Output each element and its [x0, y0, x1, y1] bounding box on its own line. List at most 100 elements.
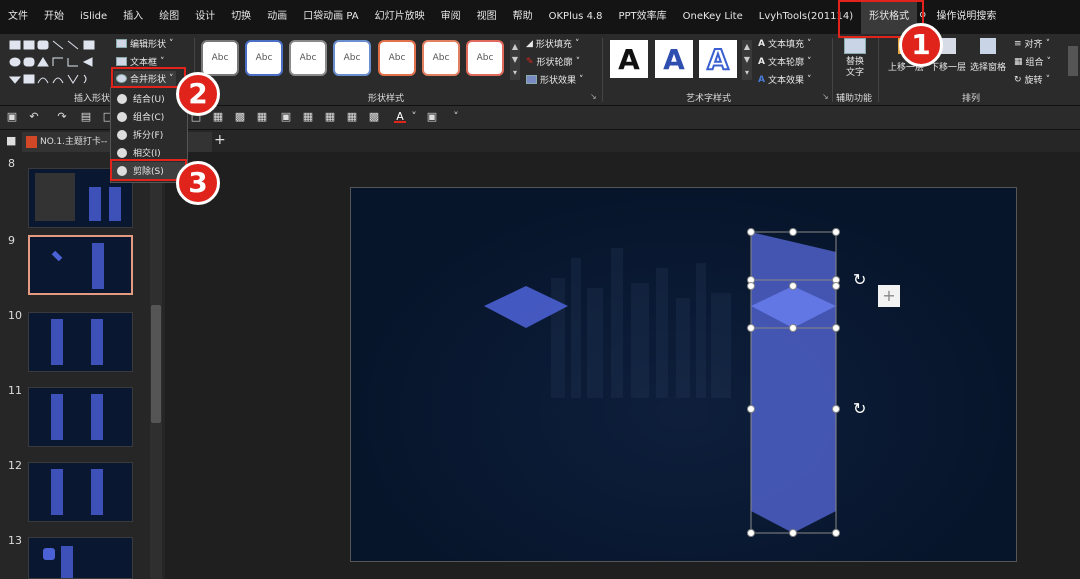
- rotate-handle-icon[interactable]: ↻: [853, 270, 866, 289]
- resize-handle[interactable]: [789, 228, 797, 236]
- font-color-icon[interactable]: A: [394, 111, 406, 123]
- text-fill-icon: A: [758, 38, 765, 49]
- rotate-handle-icon[interactable]: ↻: [853, 399, 866, 418]
- shape-style-3[interactable]: Abc: [289, 40, 327, 76]
- tell-me-search[interactable]: 操作说明搜索: [928, 0, 1004, 34]
- new-tab-icon[interactable]: +: [214, 132, 226, 148]
- slide-thumbnail-9[interactable]: [28, 235, 133, 295]
- menu-design[interactable]: 设计: [187, 0, 223, 34]
- shape-gallery[interactable]: [8, 38, 100, 86]
- resize-handle[interactable]: [747, 324, 755, 332]
- menu-pocket-animation[interactable]: 口袋动画 PA: [295, 0, 366, 34]
- shape-styles-scroll[interactable]: ▲ ▼ ▾: [510, 40, 520, 80]
- wordart-style-1[interactable]: A: [610, 40, 648, 78]
- resize-handle[interactable]: [832, 228, 840, 236]
- shape-outline-button[interactable]: ✎ 形状轮廓 ˅: [526, 55, 580, 69]
- selection-pane-button[interactable]: 选择窗格: [968, 38, 1008, 78]
- resize-handle[interactable]: [789, 282, 797, 290]
- edit-shape-button[interactable]: 编辑形状 ˅: [116, 37, 174, 50]
- slide-canvas[interactable]: ↻ ↻ +: [350, 187, 1017, 562]
- align-middle-icon[interactable]: ▦: [324, 111, 336, 123]
- menu-insert[interactable]: 插入: [115, 0, 151, 34]
- union-icon: [117, 93, 127, 104]
- group-button[interactable]: ▦ 组合 ˅: [1014, 55, 1051, 69]
- menu-onekey[interactable]: OneKey Lite: [675, 0, 751, 34]
- menu-help[interactable]: 帮助: [505, 0, 541, 34]
- shape-style-1[interactable]: Abc: [201, 40, 239, 76]
- thumbnail-bar: [91, 469, 103, 515]
- shape-style-6[interactable]: Abc: [422, 40, 460, 76]
- merge-combine-item[interactable]: 组合(C): [111, 108, 187, 125]
- shape-effects-button[interactable]: 形状效果 ˅: [526, 73, 584, 86]
- menu-file[interactable]: 文件: [0, 0, 36, 34]
- ribbon-divider: [878, 38, 879, 102]
- align-top-icon[interactable]: ▦: [302, 111, 314, 123]
- menu-transitions[interactable]: 切换: [223, 0, 259, 34]
- wordart-style-3[interactable]: A: [699, 40, 737, 78]
- resize-handle[interactable]: [747, 228, 755, 236]
- text-effects-label: 文本效果: [767, 76, 804, 86]
- text-effects-button[interactable]: A 文本效果 ˅: [758, 73, 811, 87]
- text-outline-button[interactable]: A 文本轮廓 ˅: [758, 55, 811, 69]
- slide-thumbnail-11[interactable]: [28, 387, 133, 447]
- text-fill-button[interactable]: A 文本填充 ˅: [758, 37, 811, 51]
- picture-format-icon[interactable]: ▣: [426, 111, 438, 123]
- alt-text-button[interactable]: 替换文字: [840, 38, 870, 88]
- menu-home[interactable]: 开始: [36, 0, 72, 34]
- slide-thumbnail-10[interactable]: [28, 312, 133, 372]
- resize-handle[interactable]: [747, 405, 755, 413]
- dialog-launcher-icon[interactable]: ↘: [822, 92, 829, 101]
- align-center-icon[interactable]: ▦: [256, 111, 268, 123]
- resize-handle[interactable]: [747, 529, 755, 537]
- align-button[interactable]: ≡ 对齐 ˅: [1014, 37, 1050, 51]
- slide-thumbnail-12[interactable]: [28, 462, 133, 522]
- align-icon: ≡: [1014, 38, 1022, 49]
- customize-icon[interactable]: ˅: [450, 111, 462, 123]
- shape-style-7[interactable]: Abc: [466, 40, 504, 76]
- align-bottom-icon[interactable]: ▦: [346, 111, 358, 123]
- resize-handle[interactable]: [789, 529, 797, 537]
- menu-slideshow[interactable]: 幻灯片放映: [367, 0, 433, 34]
- lock-icon[interactable]: ▣: [280, 111, 292, 123]
- slide-thumbnail-13[interactable]: [28, 537, 133, 579]
- group-objects-icon[interactable]: ▩: [234, 111, 246, 123]
- dialog-launcher-icon[interactable]: ↘: [590, 92, 597, 101]
- resize-handle[interactable]: [832, 405, 840, 413]
- layout-options-icon[interactable]: +: [878, 285, 900, 307]
- menu-okplus[interactable]: OKPlus 4.8: [541, 0, 611, 34]
- present-icon[interactable]: ▤: [80, 111, 92, 123]
- menu-ppt-library[interactable]: PPT效率库: [610, 0, 674, 34]
- thumbnail-bar: [61, 546, 73, 578]
- save-icon[interactable]: ▣: [6, 111, 18, 123]
- thumbnail-bar: [51, 319, 63, 365]
- shape-style-2[interactable]: Abc: [245, 40, 283, 76]
- resize-handle[interactable]: [832, 282, 840, 290]
- chevron-down-icon[interactable]: ˅: [408, 111, 420, 123]
- shape-style-4[interactable]: Abc: [333, 40, 371, 76]
- grid-icon[interactable]: ▩: [368, 111, 380, 123]
- rotate-button[interactable]: ↻ 旋转 ˅: [1014, 73, 1050, 87]
- resize-handle[interactable]: [789, 324, 797, 332]
- menu-draw[interactable]: 绘图: [151, 0, 187, 34]
- shape-fill-button[interactable]: ◢ 形状填充 ˅: [526, 37, 579, 51]
- resize-handle[interactable]: [832, 324, 840, 332]
- menu-view[interactable]: 视图: [469, 0, 505, 34]
- shape-styles-group-label: 形状样式: [368, 94, 405, 104]
- resize-handle[interactable]: [832, 529, 840, 537]
- menu-islide[interactable]: iSlide: [72, 0, 115, 34]
- menu-review[interactable]: 审阅: [433, 0, 469, 34]
- shape-style-5[interactable]: Abc: [378, 40, 416, 76]
- size-icon[interactable]: [1068, 46, 1078, 76]
- wordart-style-2[interactable]: A: [655, 40, 693, 78]
- menu-animations[interactable]: 动画: [259, 0, 295, 34]
- undo-icon[interactable]: ↶: [28, 111, 40, 123]
- resize-handle[interactable]: [747, 282, 755, 290]
- merge-fragment-item[interactable]: 拆分(F): [111, 126, 187, 143]
- distribute-icon[interactable]: ▦: [212, 111, 224, 123]
- thumbnail-scrollbar-thumb[interactable]: [151, 305, 161, 423]
- ribbon-divider: [832, 38, 833, 102]
- pin-icon[interactable]: ■: [6, 134, 16, 147]
- redo-icon[interactable]: ↷: [56, 111, 68, 123]
- wordart-scroll[interactable]: ▲ ▼ ▾: [742, 40, 752, 80]
- hexagon-column-shape[interactable]: [751, 232, 836, 533]
